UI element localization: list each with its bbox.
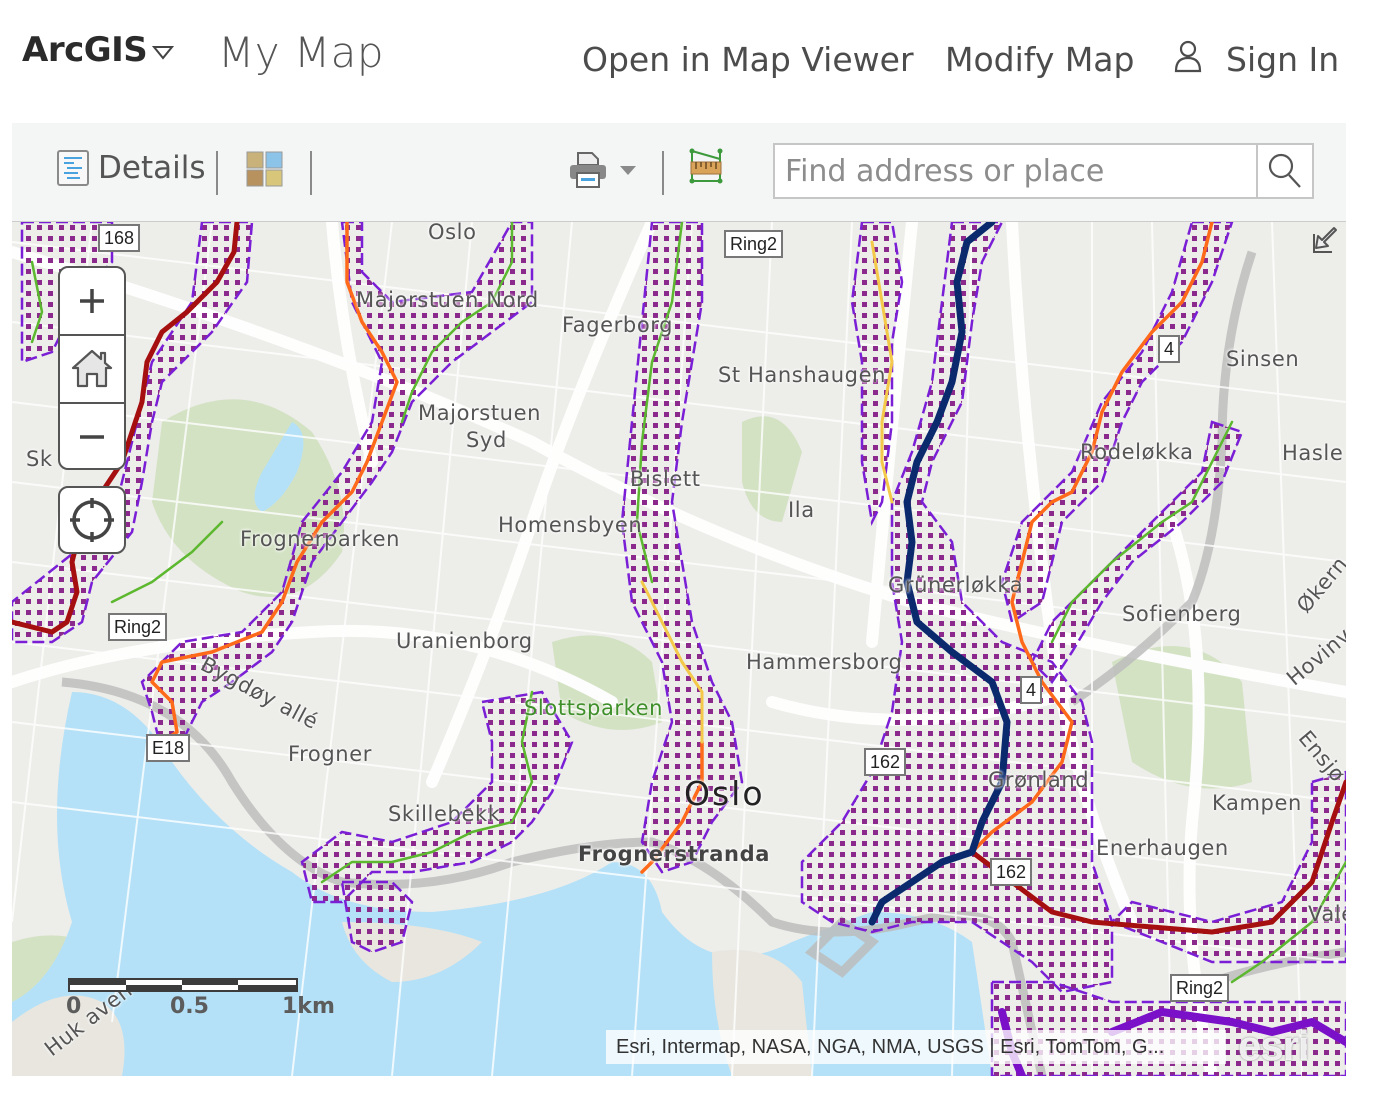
place-label-text: Majorstuen Nord — [356, 288, 539, 312]
road-shield: Ring2 — [724, 230, 784, 258]
place-label: Homensbyen — [498, 513, 643, 537]
road-shield: E18 — [146, 734, 191, 762]
buffer-zone — [340, 880, 414, 954]
place-label: Frogner — [288, 742, 372, 766]
plus-icon — [80, 289, 104, 313]
scale-bar-graphic — [68, 978, 298, 992]
place-label: St Hanshaugen — [718, 363, 886, 387]
place-label: Fagerborg — [562, 313, 674, 337]
crosshair-locate-icon — [70, 498, 114, 542]
road-shield: 168 — [98, 224, 141, 252]
place-label: Enerhaugen — [1096, 836, 1229, 860]
scale-label: 0.5 — [170, 994, 209, 1019]
road-shield: 162 — [990, 858, 1033, 886]
place-label: Skillebekk — [388, 802, 501, 826]
chevron-down-icon[interactable] — [152, 44, 174, 60]
road-shield: Ring2 — [108, 613, 168, 641]
place-label: Bislett — [630, 467, 701, 491]
place-label: Frognerparken — [240, 527, 401, 551]
details-button[interactable]: Details — [56, 149, 205, 187]
zoom-out-button[interactable] — [60, 404, 124, 470]
scale-label: 1km — [282, 994, 335, 1019]
road-shield: 4 — [1020, 676, 1043, 704]
place-label: Uranienborg — [396, 629, 533, 653]
details-list-icon — [57, 150, 89, 186]
basemap-gallery-icon — [246, 151, 283, 187]
place-label: Syd — [466, 428, 507, 452]
minus-icon — [80, 435, 104, 439]
search-icon — [1268, 153, 1301, 188]
default-extent-button[interactable] — [60, 336, 124, 404]
road-shield: 162 — [864, 748, 907, 776]
place-label: Majorstuen Nord — [356, 288, 539, 312]
place-label: Sinsen — [1226, 347, 1300, 371]
map-title: My Map — [218, 28, 385, 77]
place-label: Hasle — [1282, 441, 1344, 465]
scale-label: 0 — [66, 994, 82, 1019]
map-attribution[interactable]: Esri, Intermap, NASA, NGA, NMA, USGS | E… — [606, 1030, 1226, 1064]
street-label: Frognerstranda — [578, 842, 770, 866]
measure-ruler-icon — [689, 148, 723, 184]
toolbar-divider — [216, 151, 218, 195]
search-box — [773, 143, 1314, 199]
modify-map-link[interactable]: Modify Map — [945, 40, 1134, 79]
print-button[interactable] — [568, 151, 638, 189]
place-label: Grünerløkka — [888, 573, 1024, 597]
toolbar-divider — [662, 151, 664, 195]
place-label: Rodeløkka — [1080, 440, 1194, 464]
place-label: Vale — [1308, 902, 1346, 926]
home-icon — [71, 349, 113, 388]
print-dropdown-caret-icon — [620, 166, 636, 175]
sign-in-link[interactable]: Sign In — [1226, 40, 1339, 79]
overview-map-toggle-icon[interactable] — [1310, 226, 1340, 256]
esri-logo[interactable]: esri — [1238, 1022, 1310, 1070]
basemap — [12, 222, 1346, 1076]
place-label: Kampen — [1212, 791, 1302, 815]
toolbar-divider — [310, 151, 312, 195]
printer-icon — [570, 152, 606, 188]
place-label: Ila — [788, 498, 815, 522]
map-toolbar: Details — [12, 123, 1346, 222]
city-label: Oslo — [684, 774, 765, 813]
road-shield: Ring2 — [1170, 974, 1230, 1002]
search-button[interactable] — [1256, 145, 1312, 197]
header-bar: ArcGIS My Map Open in Map Viewer Modify … — [0, 0, 1393, 118]
street-label-text: Frognerstranda — [578, 842, 770, 866]
search-input[interactable] — [775, 145, 1261, 197]
place-label: Sk — [26, 447, 53, 471]
place-label: Majorstuen — [418, 401, 542, 425]
park-label: Slottsparken — [524, 696, 664, 720]
arcgis-brand-menu[interactable]: ArcGIS — [22, 30, 148, 70]
measure-button[interactable] — [688, 147, 724, 185]
place-label: Sofienberg — [1122, 602, 1242, 626]
basemap-gallery-button[interactable] — [246, 151, 284, 187]
details-label: Details — [98, 150, 206, 186]
road-shield: 4 — [1158, 335, 1181, 363]
scale-bar: 0 0.5 1km — [66, 976, 335, 1036]
open-in-map-viewer-link[interactable]: Open in Map Viewer — [582, 40, 914, 79]
zoom-control — [58, 266, 126, 470]
map-view[interactable]: Oslo Majorstuen Nord Fagerborg St Hansha… — [12, 222, 1346, 1076]
place-label: Oslo — [428, 222, 477, 244]
user-icon[interactable] — [1172, 40, 1204, 74]
zoom-in-button[interactable] — [60, 268, 124, 336]
locate-button[interactable] — [58, 486, 126, 554]
place-label: Grønland — [988, 768, 1090, 792]
place-label: Hammersborg — [746, 650, 903, 674]
